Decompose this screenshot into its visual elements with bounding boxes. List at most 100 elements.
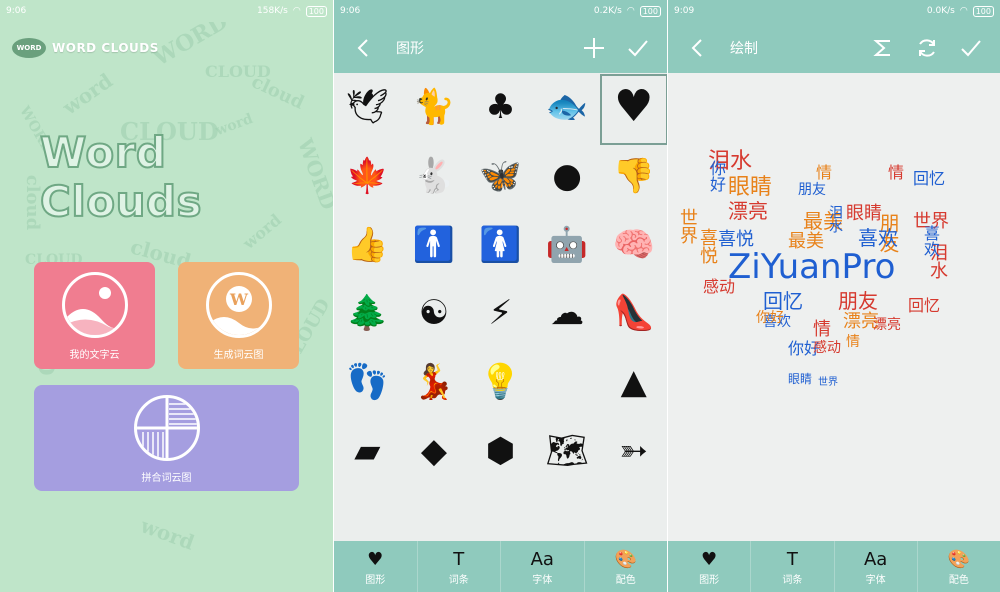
cloud-word: 情 xyxy=(846,334,860,350)
shape-option[interactable]: 🐟 xyxy=(534,73,601,142)
cloud-word: 泪水 xyxy=(827,205,843,233)
shape-option[interactable]: 🚺 xyxy=(467,210,534,279)
tab-text[interactable]: T 词条 xyxy=(418,541,501,592)
cloud-word: 你好 xyxy=(707,160,726,192)
shape-option[interactable]: ♣ xyxy=(467,73,534,142)
w-letter-icon: W xyxy=(205,272,272,338)
shape-option[interactable]: 🤖 xyxy=(534,210,601,279)
battery-icon: 100 xyxy=(639,5,661,17)
network-speed: 158K/s xyxy=(257,6,288,16)
shape-option[interactable]: ▰ xyxy=(334,416,401,485)
cloud-word: 眼睛 xyxy=(846,203,882,224)
refresh-icon xyxy=(919,38,935,57)
collage-icon xyxy=(133,395,200,461)
background-word: word xyxy=(58,68,117,120)
shape-option[interactable]: 🗺 xyxy=(534,416,601,485)
shape-option[interactable] xyxy=(534,348,601,417)
bottom-tab-bar: ♥ 图形 T 词条 Aa 字体 🎨 配色 xyxy=(334,541,667,592)
combine-word-cloud-tile[interactable]: 拼合词云图 xyxy=(34,385,299,491)
status-time: 9:06 xyxy=(340,6,361,16)
shape-option[interactable]: ◆ xyxy=(401,416,468,485)
tab-font[interactable]: Aa 字体 xyxy=(501,541,585,592)
shape-option[interactable]: 🐈 xyxy=(401,73,468,142)
shape-option[interactable]: 👣 xyxy=(334,348,401,417)
shape-grid: 🕊 🐈 ♣ 🐟 ♥ 🍁 🐇 🦋 ● 👎 👍 🚹 🚺 🤖 🧠 🌲 ☯ ⚡ ☁ 👠 👣 💃 💡 ▲ ▰ ◆ ⬢ 🗺 ➳ xyxy=(334,73,667,485)
text-icon: T xyxy=(453,548,465,570)
text-icon: T xyxy=(786,548,798,570)
chevron-left-icon xyxy=(691,38,702,57)
hero-title: Word Clouds xyxy=(39,127,203,227)
tab-label: 图形 xyxy=(365,575,386,586)
palette-icon: 🎨 xyxy=(947,548,971,570)
app-logo: WORD xyxy=(12,38,46,58)
africa-map-icon: ◆ xyxy=(420,430,447,471)
tile-label: 我的文字云 xyxy=(69,350,120,361)
palette-icon: 🎨 xyxy=(614,548,637,570)
cloud-icon: ☁ xyxy=(550,293,585,334)
shape-option[interactable]: 💃 xyxy=(401,348,468,417)
shape-option[interactable]: 🕊 xyxy=(334,73,401,142)
tab-palette[interactable]: 🎨 配色 xyxy=(918,541,1000,592)
generate-word-cloud-tile[interactable]: W 生成词云图 xyxy=(178,262,299,369)
shape-option[interactable]: ♥ xyxy=(600,73,667,145)
shape-option[interactable]: 🍁 xyxy=(334,142,401,211)
tab-label: 配色 xyxy=(615,575,636,586)
cloud-word: 回忆 xyxy=(913,169,946,188)
add-button[interactable] xyxy=(579,33,609,63)
shape-option[interactable]: ⬢ xyxy=(467,416,534,485)
man-icon: 🚹 xyxy=(412,224,456,265)
shape-option[interactable]: 🌲 xyxy=(334,279,401,348)
shape-option[interactable]: ⚡ xyxy=(467,279,534,348)
back-button[interactable] xyxy=(348,33,378,63)
shape-option[interactable]: 👎 xyxy=(600,142,667,211)
cloud-word: 世界 xyxy=(818,377,838,388)
tab-text[interactable]: T 词条 xyxy=(751,541,835,592)
network-speed: 0.0K/s xyxy=(926,6,955,16)
shape-option[interactable]: 💡 xyxy=(467,348,534,417)
cloud-word: 情 xyxy=(813,319,831,340)
shape-option[interactable]: ☯ xyxy=(401,279,468,348)
network-speed: 0.2K/s xyxy=(593,6,622,16)
tab-heart[interactable]: ♥ 图形 xyxy=(668,541,752,592)
lightning-icon: ⚡ xyxy=(488,293,513,334)
landscape-icon xyxy=(61,272,128,338)
shape-option[interactable]: 🚹 xyxy=(401,210,468,279)
thumbs-up-icon: 👍 xyxy=(346,224,389,265)
tab-palette[interactable]: 🎨 配色 xyxy=(585,541,668,592)
cloud-word: 朋友 xyxy=(798,182,826,198)
shape-option[interactable]: ▲ xyxy=(600,348,667,417)
rabbit-icon: 🐇 xyxy=(412,156,456,197)
shape-option[interactable]: 👍 xyxy=(334,210,401,279)
shape-option[interactable]: 🧠 xyxy=(600,210,667,279)
back-button[interactable] xyxy=(682,33,712,63)
shape-option[interactable]: ➳ xyxy=(600,416,667,485)
cloud-word: 喜悦 xyxy=(697,228,718,264)
my-word-cloud-tile[interactable]: 我的文字云 xyxy=(34,262,155,369)
battery-icon: 100 xyxy=(972,5,994,17)
shape-option[interactable]: 🦋 xyxy=(467,142,534,211)
tab-font[interactable]: Aa 字体 xyxy=(835,541,918,592)
shape-option[interactable]: ☁ xyxy=(534,279,601,348)
status-bar: 9:06 0.2K/s ◠ 100 xyxy=(334,0,667,22)
status-bar: 9:06 158K/s ◠ 100 xyxy=(0,0,333,22)
confirm-button[interactable] xyxy=(956,33,986,63)
tab-heart[interactable]: ♥ 图形 xyxy=(334,541,418,592)
mouse-ears-icon: ● xyxy=(552,156,582,197)
top-app-bar: 9:06 0.2K/s ◠ 100 图形 xyxy=(334,0,667,73)
shape-option[interactable]: 🐇 xyxy=(401,142,468,211)
fish-icon: 🐟 xyxy=(545,87,589,128)
refresh-button[interactable] xyxy=(912,33,942,63)
sum-button[interactable] xyxy=(868,33,898,63)
bottom-tab-bar: ♥ 图形 T 词条 Aa 字体 🎨 配色 xyxy=(668,541,1000,592)
cloud-word: 漂亮 xyxy=(728,199,768,223)
shape-option[interactable]: 👠 xyxy=(600,279,667,348)
shape-option[interactable]: ● xyxy=(534,142,601,211)
chevron-left-icon xyxy=(357,38,368,57)
page-title: 绘制 xyxy=(730,40,758,57)
footprint-icon: 👣 xyxy=(346,362,389,403)
tree-icon: 🌲 xyxy=(346,293,389,334)
confirm-button[interactable] xyxy=(623,33,653,63)
clover-icon: ♣ xyxy=(485,87,516,128)
cloud-word: 感动 xyxy=(703,277,736,296)
cloud-word: 世界 xyxy=(677,208,698,244)
